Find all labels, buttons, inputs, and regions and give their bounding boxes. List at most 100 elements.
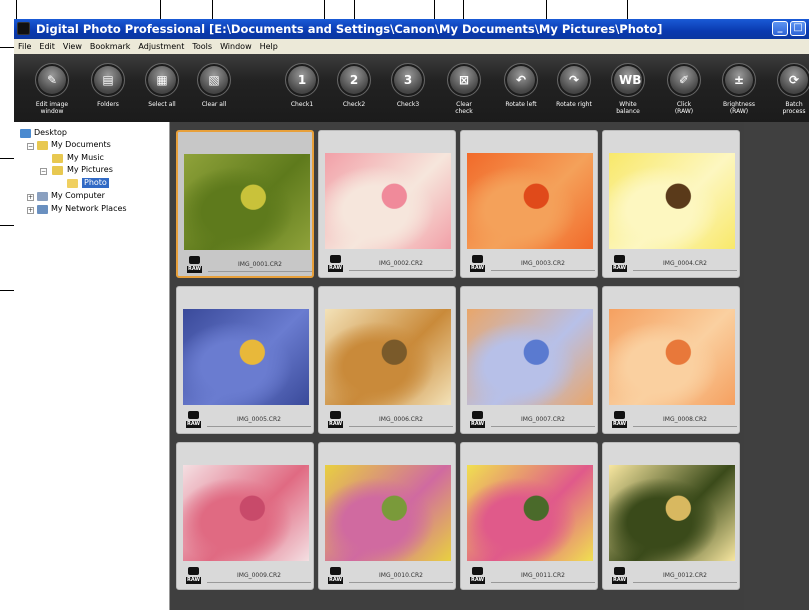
tree-item-photo[interactable]: Photo bbox=[82, 178, 109, 188]
thumbnail-cell[interactable]: RAW IMG_0012.CR2 bbox=[602, 442, 740, 590]
thumbnail-filename: IMG_0010.CR2 bbox=[379, 572, 423, 579]
toolbar-button-label: Check1 bbox=[290, 101, 314, 108]
thumbnail-cell[interactable]: RAW IMG_0009.CR2 bbox=[176, 442, 314, 590]
raw-badge: RAW bbox=[328, 265, 343, 272]
menu-view[interactable]: View bbox=[59, 39, 86, 54]
thumbnail-image[interactable] bbox=[467, 153, 593, 249]
toolbar-button-rotate-left[interactable]: ↶ Rotate left bbox=[491, 54, 551, 122]
camera-icon bbox=[472, 411, 483, 419]
toolbar-button-brightness[interactable]: ± Brightness (RAW) bbox=[709, 54, 769, 122]
thumbnail-image[interactable] bbox=[184, 154, 310, 250]
thumbnail-cell[interactable]: RAW IMG_0006.CR2 bbox=[318, 286, 456, 434]
toolbar-button-check2[interactable]: 2 Check2 bbox=[324, 54, 384, 122]
thumbnail-image[interactable] bbox=[467, 309, 593, 405]
clear-all-icon: ▧ bbox=[208, 73, 220, 87]
camera-icon bbox=[472, 255, 483, 263]
collapse-toggle-my-pictures[interactable]: − bbox=[40, 168, 47, 175]
toolbar-button-check1[interactable]: 1 Check1 bbox=[272, 54, 332, 122]
thumbnail-image[interactable] bbox=[609, 153, 735, 249]
toolbar-button-label: Edit image window bbox=[35, 101, 69, 115]
toolbar-button-clear-check[interactable]: ⊠ Clear check bbox=[434, 54, 494, 122]
menu-tools[interactable]: Tools bbox=[188, 39, 216, 54]
toolbar-button-rotate-right[interactable]: ↷ Rotate right bbox=[544, 54, 604, 122]
maximize-button[interactable]: □ bbox=[790, 21, 806, 36]
toolbar-button-eyedropper[interactable]: ✐ Click (RAW) bbox=[654, 54, 714, 122]
raw-badge: RAW bbox=[470, 577, 485, 584]
toolbar-button-folders[interactable]: ▤ Folders bbox=[78, 54, 138, 122]
thumbnail-divider bbox=[349, 582, 453, 583]
toolbar-button-label: Clear all bbox=[201, 101, 227, 108]
thumbnail-image[interactable] bbox=[325, 153, 451, 249]
tree-item-desktop[interactable]: Desktop bbox=[34, 128, 67, 138]
thumbnail-divider bbox=[491, 582, 595, 583]
folder-tree[interactable]: Desktop − My Documents My Music − My Pic… bbox=[14, 122, 170, 610]
edit-image-icon: ✎ bbox=[46, 73, 58, 87]
network-icon bbox=[37, 205, 48, 214]
thumbnail-divider bbox=[349, 426, 453, 427]
menu-edit[interactable]: Edit bbox=[35, 39, 59, 54]
tree-item-my-computer[interactable]: My Computer bbox=[51, 191, 105, 201]
collapse-toggle-my-documents[interactable]: − bbox=[27, 143, 34, 150]
tree-item-my-pictures[interactable]: My Pictures bbox=[67, 165, 113, 175]
thumbnail-image[interactable] bbox=[609, 465, 735, 561]
menu-bookmark[interactable]: Bookmark bbox=[86, 39, 135, 54]
folders-icon: ▤ bbox=[102, 73, 114, 87]
grid-empty-area bbox=[744, 122, 809, 610]
thumbnail-filename: IMG_0012.CR2 bbox=[663, 572, 707, 579]
batch-process-icon: ⟳ bbox=[788, 73, 800, 87]
raw-badge: RAW bbox=[470, 421, 485, 428]
menu-adjustment[interactable]: Adjustment bbox=[134, 39, 188, 54]
expand-toggle-my-computer[interactable]: + bbox=[27, 194, 34, 201]
menu-window[interactable]: Window bbox=[216, 39, 256, 54]
thumbnail-image[interactable] bbox=[609, 309, 735, 405]
expand-toggle-my-network[interactable]: + bbox=[27, 207, 34, 214]
toolbar-button-edit-image[interactable]: ✎ Edit image window bbox=[22, 54, 82, 122]
toolbar-button-white-balance[interactable]: WB White balance bbox=[598, 54, 658, 122]
thumbnail-image[interactable] bbox=[183, 309, 309, 405]
thumbnail-filename: IMG_0009.CR2 bbox=[237, 572, 281, 579]
raw-badge: RAW bbox=[612, 577, 627, 584]
thumbnail-cell[interactable]: RAW IMG_0007.CR2 bbox=[460, 286, 598, 434]
toolbar-button-check3[interactable]: 3 Check3 bbox=[378, 54, 438, 122]
tree-item-my-network-places[interactable]: My Network Places bbox=[51, 204, 127, 214]
menu-file[interactable]: File bbox=[14, 39, 35, 54]
camera-icon bbox=[188, 567, 199, 575]
thumbnail-cell[interactable]: RAW IMG_0001.CR2 bbox=[176, 130, 314, 278]
toolbar-button-label: Folders bbox=[97, 101, 119, 108]
toolbar-button-batch-process[interactable]: ⟳ Batch process bbox=[764, 54, 809, 122]
thumbnail-filename: IMG_0011.CR2 bbox=[521, 572, 565, 579]
app-icon[interactable] bbox=[17, 22, 30, 35]
desktop-icon bbox=[20, 129, 31, 138]
thumbnail-cell[interactable]: RAW IMG_0010.CR2 bbox=[318, 442, 456, 590]
thumbnail-cell[interactable]: RAW IMG_0002.CR2 bbox=[318, 130, 456, 278]
camera-icon bbox=[330, 567, 341, 575]
thumbnail-cell[interactable]: RAW IMG_0011.CR2 bbox=[460, 442, 598, 590]
toolbar-button-label: White balance bbox=[616, 101, 640, 115]
thumbnail-image[interactable] bbox=[325, 465, 451, 561]
raw-badge: RAW bbox=[187, 266, 202, 273]
camera-icon bbox=[472, 567, 483, 575]
thumbnail-cell[interactable]: RAW IMG_0005.CR2 bbox=[176, 286, 314, 434]
menu-help[interactable]: Help bbox=[256, 39, 282, 54]
thumbnail-filename: IMG_0002.CR2 bbox=[379, 260, 423, 267]
thumbnail-cell[interactable]: RAW IMG_0008.CR2 bbox=[602, 286, 740, 434]
minimize-button[interactable]: _ bbox=[772, 21, 788, 36]
thumbnail-image[interactable] bbox=[325, 309, 451, 405]
camera-icon bbox=[614, 567, 625, 575]
folder-icon bbox=[37, 141, 48, 150]
title-bar[interactable]: Digital Photo Professional [E:\Documents… bbox=[14, 19, 809, 39]
toolbar-button-select-all[interactable]: ▦ Select all bbox=[132, 54, 192, 122]
thumbnail-divider bbox=[207, 582, 311, 583]
raw-badge: RAW bbox=[612, 265, 627, 272]
thumbnail-image[interactable] bbox=[467, 465, 593, 561]
raw-badge: RAW bbox=[328, 421, 343, 428]
thumbnail-image[interactable] bbox=[183, 465, 309, 561]
camera-icon bbox=[614, 255, 625, 263]
toolbar-button-clear-all[interactable]: ▧ Clear all bbox=[184, 54, 244, 122]
app-window: Digital Photo Professional [E:\Documents… bbox=[0, 0, 809, 610]
tree-item-my-music[interactable]: My Music bbox=[67, 153, 104, 163]
thumbnail-cell[interactable]: RAW IMG_0004.CR2 bbox=[602, 130, 740, 278]
thumbnail-cell[interactable]: RAW IMG_0003.CR2 bbox=[460, 130, 598, 278]
thumbnail-grid[interactable]: RAW IMG_0001.CR2 RAW IMG_0002.CR2 RAW IMG_000… bbox=[170, 122, 809, 610]
tree-item-my-documents[interactable]: My Documents bbox=[51, 140, 111, 150]
